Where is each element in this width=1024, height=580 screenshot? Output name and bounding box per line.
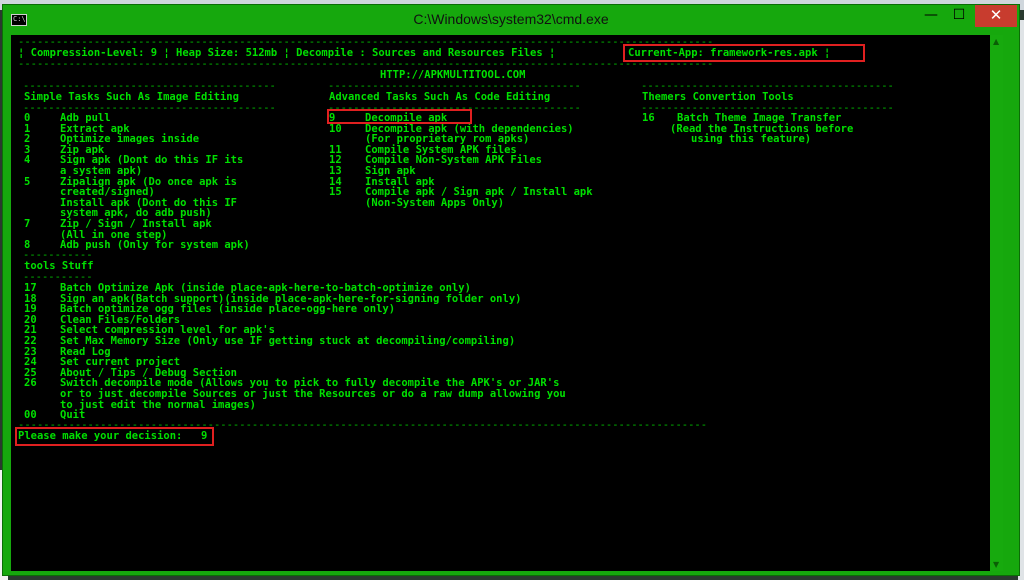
advanced-rule-top: ---------------------------------------- [328,80,581,92]
tools-rule: ----------- [23,271,93,283]
menu-item: (Non-System Apps Only) [365,196,505,209]
themers-rule-top: ---------------------------------------- [641,80,894,92]
menu-item: Adb pull [60,112,111,124]
menu-num: 26 [24,377,37,390]
website-url: HTTP://APKMULTITOOL.COM [380,69,526,81]
menu-num: 15 [329,186,342,199]
simple-rule-top: ---------------------------------------- [23,80,276,92]
header-rule-top: ----------------------------------------… [18,36,714,48]
vertical-scrollbar[interactable]: ▲ ▼ [990,35,1003,571]
close-button[interactable]: ✕ [975,5,1017,27]
cmd-window: C:\ C:\Windows\system32\cmd.exe — ☐ ✕ --… [2,4,1020,576]
window-title: C:\Windows\system32\cmd.exe [413,11,609,27]
simple-tasks-heading: Simple Tasks Such As Image Editing [24,91,239,103]
maximize-button[interactable]: ☐ [945,5,973,27]
menu-item: Set Max Memory Size (Only use IF getting… [60,335,516,347]
menu-num: 7 [24,218,31,230]
advanced-tasks-heading: Advanced Tasks Such As Code Editing [329,91,551,103]
menu-num: 4 [24,154,31,167]
themers-tools-heading: Themers Convertion Tools [642,91,794,103]
menu-num: 16 [642,112,655,124]
menu-num: 17 [24,282,37,294]
title-bar[interactable]: C:\ C:\Windows\system32\cmd.exe — ☐ ✕ [3,5,1019,35]
current-app-highlight [623,44,865,62]
menu-item: Batch Optimize Apk (inside place-apk-her… [60,282,471,294]
minimize-button[interactable]: — [917,5,945,27]
menu-num: 22 [24,335,37,347]
menu-num: 5 [24,175,31,188]
menu-item: Batch Theme Image Transfer [677,112,842,124]
menu-item: Sign apk [365,165,416,177]
menu-item: or to just decompile Sources or just the… [60,388,566,400]
scroll-up-arrow-icon[interactable]: ▲ [993,37,999,46]
menu-num: 13 [329,165,342,177]
menu-item: to just edit the normal images) [60,398,256,411]
scroll-down-arrow-icon[interactable]: ▼ [993,560,999,569]
header-rule-bottom: ----------------------------------------… [18,58,714,70]
menu-num: 10 [329,122,342,135]
menu-item: Zip / Sign / Install apk [60,218,212,230]
tools-stuff-heading: tools Stuff [24,260,94,272]
status-line: ¦ Compression-Level: 9 ¦ Heap Size: 512m… [18,47,556,59]
decompile-highlight [327,109,472,124]
menu-num: 0 [24,112,31,124]
simple-rule-end: ----------- [23,249,93,261]
menu-item: a system apk) [60,165,143,177]
prompt-highlight [15,427,214,446]
console-output[interactable]: ----------------------------------------… [11,35,1003,571]
menu-item: using this feature) [691,133,812,146]
